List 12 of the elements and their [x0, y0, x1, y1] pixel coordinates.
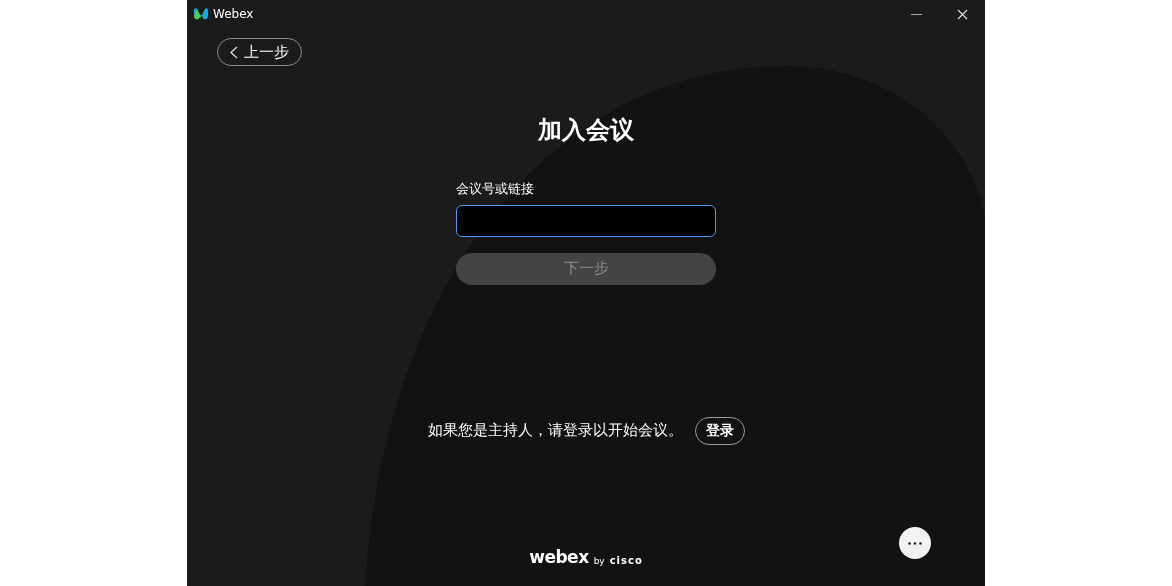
more-icon — [908, 541, 922, 545]
window-title: Webex — [213, 6, 254, 23]
close-icon — [956, 8, 968, 20]
meeting-number-field[interactable] — [456, 204, 716, 237]
brand-logo: webex — [529, 549, 589, 566]
company-logo: cisco — [609, 556, 643, 566]
field-label: 会议号或链接 — [456, 180, 535, 198]
app-logo-icon — [193, 7, 209, 21]
host-prompt: 如果您是主持人，请登录以开始会议。 — [427, 420, 683, 442]
brand-by: by — [593, 557, 605, 566]
page-heading: 加入会议 — [538, 114, 634, 146]
chevron-left-icon — [230, 45, 238, 59]
